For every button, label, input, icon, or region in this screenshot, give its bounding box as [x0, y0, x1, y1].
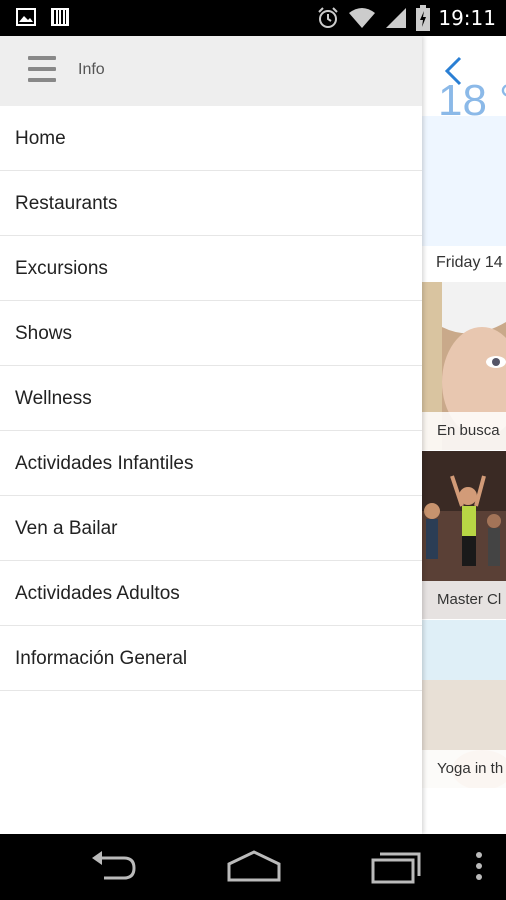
weather-panel — [422, 116, 506, 246]
alarm-icon — [318, 7, 339, 28]
menu-item-label: Restaurants — [15, 193, 118, 214]
main-content: 18 ° Friday 14 En busca Master Cl — [422, 36, 506, 834]
menu-item-actividades-infantiles[interactable]: Actividades Infantiles — [0, 431, 422, 496]
menu-item-label: Información General — [15, 648, 188, 669]
drawer-header: Info — [0, 36, 422, 106]
back-icon[interactable] — [88, 848, 138, 884]
card-caption: Master Cl — [422, 581, 506, 619]
date-label: Friday 14 — [436, 254, 503, 271]
drawer-title: Info — [78, 61, 105, 78]
wifi-icon — [349, 8, 376, 28]
system-navigation-bar — [0, 834, 506, 900]
event-card[interactable]: Yoga in th — [422, 620, 506, 788]
menu-item-informacion-general[interactable]: Información General — [0, 626, 422, 691]
navigation-drawer: Info Home Restaurants Excursions Shows W… — [0, 36, 422, 834]
home-icon[interactable] — [226, 848, 282, 884]
menu-item-shows[interactable]: Shows — [0, 301, 422, 366]
menu-item-actividades-adultos[interactable]: Actividades Adultos — [0, 561, 422, 626]
status-time: 19:11 — [438, 6, 496, 30]
menu-item-label: Wellness — [15, 388, 92, 409]
status-bar: 19:11 — [0, 0, 506, 36]
menu-item-label: Actividades Adultos — [15, 583, 180, 604]
card-caption: Yoga in th — [422, 750, 506, 788]
signal-icon — [386, 8, 407, 28]
hamburger-menu-icon[interactable] — [28, 56, 56, 84]
temperature: 18 ° — [438, 76, 506, 125]
menu-item-excursions[interactable]: Excursions — [0, 236, 422, 301]
battery-icon — [416, 5, 431, 31]
drawer-menu: Home Restaurants Excursions Shows Wellne… — [0, 106, 422, 691]
menu-item-label: Ven a Bailar — [15, 518, 118, 539]
event-card[interactable]: Master Cl — [422, 451, 506, 619]
menu-item-home[interactable]: Home — [0, 106, 422, 171]
event-card[interactable]: En busca — [422, 282, 506, 450]
menu-item-label: Home — [15, 128, 66, 149]
recents-icon[interactable] — [370, 848, 422, 884]
barcode-icon — [51, 8, 69, 26]
menu-item-ven-a-bailar[interactable]: Ven a Bailar — [0, 496, 422, 561]
menu-item-label: Actividades Infantiles — [15, 453, 194, 474]
card-caption: En busca — [422, 412, 506, 450]
menu-item-restaurants[interactable]: Restaurants — [0, 171, 422, 236]
menu-item-label: Shows — [15, 323, 73, 344]
menu-item-wellness[interactable]: Wellness — [0, 366, 422, 431]
image-icon — [16, 8, 36, 26]
menu-dots-icon[interactable] — [474, 848, 484, 884]
menu-item-label: Excursions — [15, 258, 108, 279]
